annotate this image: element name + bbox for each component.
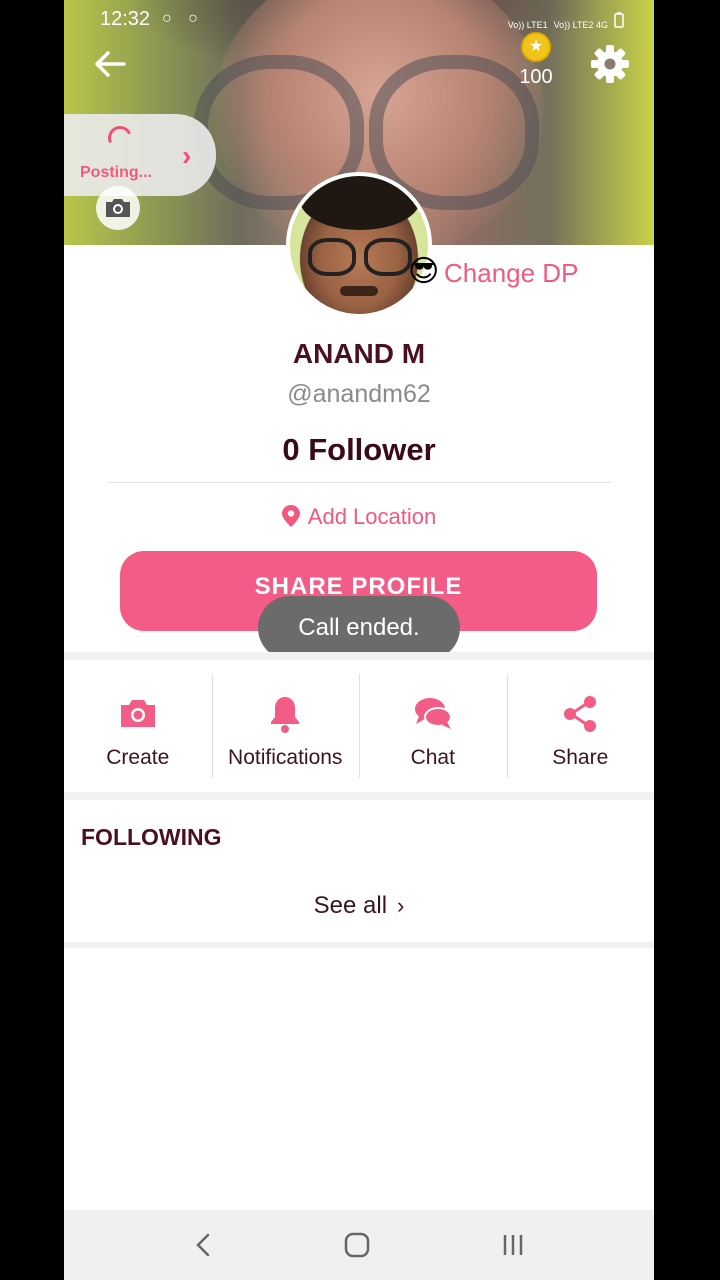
loading-spinner-icon [104, 122, 136, 154]
settings-button[interactable] [588, 42, 632, 86]
notifications-label: Notifications [228, 746, 343, 769]
chat-bubbles-icon [414, 698, 452, 729]
camera-icon [106, 199, 130, 217]
sim1-signal: Vo)) LTE1 [507, 20, 548, 30]
change-dp-link[interactable]: Change DP [444, 258, 578, 289]
nav-home-icon[interactable] [336, 1228, 376, 1262]
sim2-signal: Vo)) LTE2 4G [553, 20, 608, 30]
section-separator [64, 792, 654, 800]
section-separator [64, 652, 654, 660]
edit-cover-button[interactable] [96, 186, 140, 230]
system-nav-bar [64, 1210, 654, 1280]
profile-handle: @anandm62 [287, 380, 431, 408]
chat-button[interactable]: Chat [359, 660, 507, 792]
coin-count: 100 [519, 66, 553, 88]
bell-icon [271, 697, 300, 733]
section-separator [64, 942, 654, 948]
see-all-link[interactable]: See all › [64, 892, 654, 920]
toast-message: Call ended. [258, 596, 460, 660]
coins-counter[interactable]: ★ 100 [514, 32, 558, 89]
posting-label: Posting... [80, 164, 152, 181]
see-all-label: See all [313, 892, 388, 919]
network-status: Vo)) LTE1 Vo)) LTE2 4G [508, 12, 624, 30]
profile-screen: 12:32 ○ ○ Vo)) LTE1 Vo)) LTE2 4G ★ 100 P… [64, 0, 654, 1280]
chevron-right-icon: › [397, 893, 405, 918]
sunglasses-emoji-icon: 😎 [408, 255, 440, 288]
nav-recents-icon[interactable] [492, 1228, 532, 1262]
share-icon [564, 696, 597, 732]
arrow-left-icon [95, 51, 126, 77]
coin-icon: ★ [521, 32, 551, 62]
status-time: 12:32 [100, 8, 151, 30]
back-button[interactable] [88, 42, 132, 86]
location-pin-icon [281, 505, 300, 527]
action-bar: Create Notifications Chat Share [64, 660, 654, 792]
gear-icon [591, 45, 629, 83]
notifications-button[interactable]: Notifications [211, 660, 360, 792]
follower-count[interactable]: 0 Follower [64, 432, 654, 468]
battery-icon [614, 12, 624, 30]
add-location-link[interactable]: Add Location [64, 504, 654, 530]
camera-icon [120, 700, 155, 727]
nav-back-icon[interactable] [184, 1228, 224, 1262]
share-button[interactable]: Share [506, 660, 655, 792]
posting-progress[interactable]: Posting... › [64, 114, 216, 196]
add-location-label: Add Location [307, 504, 437, 529]
share-label: Share [552, 746, 609, 769]
create-button[interactable]: Create [64, 660, 212, 792]
following-heading: FOLLOWING [81, 824, 222, 850]
chat-label: Chat [410, 746, 455, 769]
avatar[interactable] [286, 172, 432, 318]
profile-name: ANAND M [292, 338, 426, 369]
chevron-right-icon: › [182, 140, 192, 171]
create-label: Create [106, 746, 170, 769]
divider [108, 482, 611, 483]
status-notification-icons: ○ ○ [162, 10, 204, 27]
